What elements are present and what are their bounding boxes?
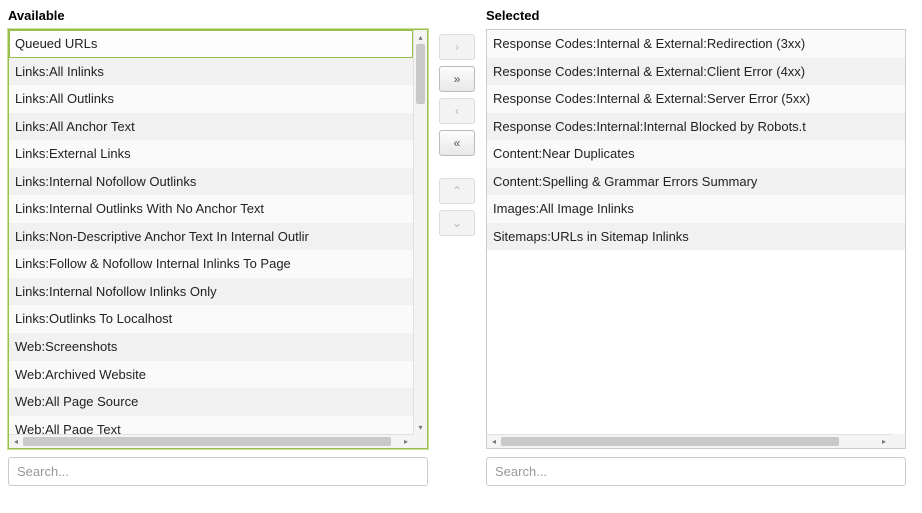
list-item[interactable]: Response Codes:Internal:Internal Blocked… <box>487 113 905 141</box>
list-item[interactable]: Links:Internal Nofollow Inlinks Only <box>9 278 413 306</box>
move-right-button[interactable]: › <box>439 34 475 60</box>
selected-search-input[interactable] <box>486 457 906 486</box>
available-panel: Available Queued URLsLinks:All InlinksLi… <box>8 8 428 486</box>
list-item[interactable]: Web:Archived Website <box>9 361 413 389</box>
move-left-button[interactable]: ‹ <box>439 98 475 124</box>
move-all-right-button[interactable]: » <box>439 66 475 92</box>
move-all-left-button[interactable]: « <box>439 130 475 156</box>
scroll-right-icon[interactable]: ▸ <box>399 435 413 449</box>
chevron-right-icon: › <box>455 40 459 54</box>
list-item[interactable]: Links:External Links <box>9 140 413 168</box>
available-search-input[interactable] <box>8 457 428 486</box>
double-chevron-left-icon: « <box>454 136 461 150</box>
double-chevron-right-icon: » <box>454 72 461 86</box>
available-heading: Available <box>8 8 428 23</box>
list-item[interactable]: Content:Near Duplicates <box>487 140 905 168</box>
scroll-left-icon[interactable]: ◂ <box>9 435 23 449</box>
available-list-items: Queued URLsLinks:All InlinksLinks:All Ou… <box>9 30 413 434</box>
scroll-corner <box>413 434 427 448</box>
selected-listbox[interactable]: Response Codes:Internal & External:Redir… <box>486 29 906 449</box>
list-item[interactable]: Links:All Outlinks <box>9 85 413 113</box>
list-item[interactable]: Links:All Anchor Text <box>9 113 413 141</box>
list-item[interactable]: Links:All Inlinks <box>9 58 413 86</box>
available-vertical-scrollbar-thumb[interactable] <box>416 44 425 104</box>
available-horizontal-scrollbar-thumb[interactable] <box>23 437 391 446</box>
available-horizontal-scrollbar[interactable]: ◂ ▸ <box>9 434 413 448</box>
list-item[interactable]: Web:All Page Source <box>9 388 413 416</box>
chevron-up-icon: ⌃ <box>452 184 462 198</box>
list-item[interactable]: Sitemaps:URLs in Sitemap Inlinks <box>487 223 905 251</box>
available-vertical-scrollbar[interactable]: ▴ ▾ <box>413 30 427 434</box>
selected-panel: Selected Response Codes:Internal & Exter… <box>486 8 906 486</box>
list-item[interactable]: Content:Spelling & Grammar Errors Summar… <box>487 168 905 196</box>
chevron-left-icon: ‹ <box>455 104 459 118</box>
list-item[interactable]: Images:All Image Inlinks <box>487 195 905 223</box>
list-item[interactable]: Response Codes:Internal & External:Clien… <box>487 58 905 86</box>
scroll-left-icon[interactable]: ◂ <box>487 435 501 449</box>
list-item[interactable]: Response Codes:Internal & External:Serve… <box>487 85 905 113</box>
list-item[interactable]: Links:Non-Descriptive Anchor Text In Int… <box>9 223 413 251</box>
list-item[interactable]: Web:All Page Text <box>9 416 413 434</box>
list-item[interactable]: Links:Internal Outlinks With No Anchor T… <box>9 195 413 223</box>
list-item[interactable]: Links:Follow & Nofollow Internal Inlinks… <box>9 250 413 278</box>
available-listbox[interactable]: Queued URLsLinks:All InlinksLinks:All Ou… <box>8 29 428 449</box>
selected-list-items: Response Codes:Internal & External:Redir… <box>487 30 905 434</box>
move-down-button[interactable]: ⌄ <box>439 210 475 236</box>
scroll-right-icon[interactable]: ▸ <box>877 435 891 449</box>
list-item[interactable]: Queued URLs <box>9 30 413 58</box>
list-item[interactable]: Links:Internal Nofollow Outlinks <box>9 168 413 196</box>
move-up-button[interactable]: ⌃ <box>439 178 475 204</box>
scroll-down-icon[interactable]: ▾ <box>414 420 427 434</box>
selected-horizontal-scrollbar-thumb[interactable] <box>501 437 839 446</box>
list-item[interactable]: Response Codes:Internal & External:Redir… <box>487 30 905 58</box>
list-item[interactable]: Web:Screenshots <box>9 333 413 361</box>
selected-horizontal-scrollbar[interactable]: ◂ ▸ <box>487 434 891 448</box>
scroll-corner <box>891 434 905 448</box>
chevron-down-icon: ⌄ <box>452 216 462 230</box>
transfer-controls: › » ‹ « ⌃ ⌄ <box>438 8 476 236</box>
scroll-up-icon[interactable]: ▴ <box>414 30 427 44</box>
list-item[interactable]: Links:Outlinks To Localhost <box>9 305 413 333</box>
selected-heading: Selected <box>486 8 906 23</box>
